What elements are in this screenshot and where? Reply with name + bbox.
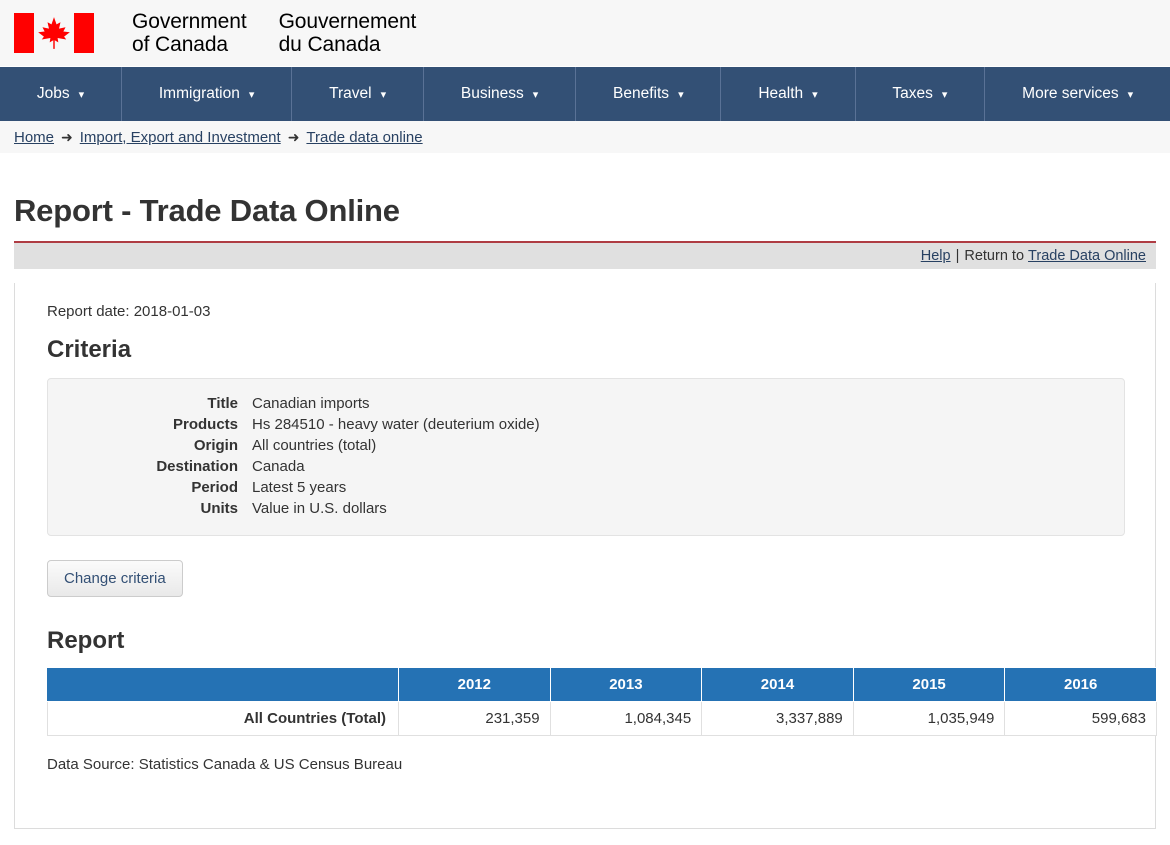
maple-leaf-icon (36, 14, 72, 52)
chevron-down-icon: ▾ (380, 88, 387, 101)
nav-item-label: Immigration (158, 85, 240, 102)
report-content-panel: Report date: 2018-01-03 Criteria Title C… (14, 283, 1157, 829)
main-navigation: Jobs ▾ Immigration ▾ Travel ▾ Business ▾… (0, 66, 1170, 121)
breadcrumb-item-trade-data-online[interactable]: Trade data online (306, 129, 422, 146)
criteria-value: Canadian imports (252, 395, 370, 412)
nav-item-label: Taxes (892, 85, 933, 102)
breadcrumb: Home ➜ Import, Export and Investment ➜ T… (0, 121, 1170, 153)
report-heading: Report (47, 627, 125, 654)
row-label-all-countries-total: All Countries (Total) (47, 701, 399, 736)
criteria-row-units: Units Value in U.S. dollars (48, 498, 540, 519)
report-table: 2012 2013 2014 2015 2016 All Countries (… (47, 667, 1157, 736)
wordmark-en-line1: Government (132, 10, 247, 33)
chevron-down-icon: ▾ (532, 88, 539, 101)
nav-item-travel[interactable]: Travel ▾ (292, 67, 425, 121)
criteria-label: Products (172, 416, 238, 433)
column-header-blank (47, 667, 399, 702)
return-to-label: Return to (964, 248, 1025, 264)
nav-item-label: Business (460, 85, 524, 102)
wordmark-en-line2: of Canada (132, 33, 229, 56)
nav-item-label: Health (758, 85, 804, 102)
breadcrumb-arrow-icon: ➜ (61, 128, 73, 145)
brand-header: Government of Canada Gouvernement du Can… (0, 0, 1170, 66)
table-row: All Countries (Total) 231,359 1,084,345 … (47, 701, 1157, 736)
criteria-row-title: Title Canadian imports (48, 393, 540, 414)
criteria-row-origin: Origin All countries (total) (48, 435, 540, 456)
return-to-trade-data-online-link[interactable]: Trade Data Online (1028, 248, 1146, 264)
criteria-value: Value in U.S. dollars (252, 500, 387, 517)
column-header-2016: 2016 (1004, 667, 1157, 702)
help-bar-separator: | (955, 248, 960, 264)
wordmark-english: Government of Canada (132, 10, 247, 56)
chevron-down-icon: ▾ (812, 88, 818, 101)
flag-left-bar (14, 13, 34, 53)
report-date: Report date: 2018-01-03 (47, 303, 211, 320)
nav-item-jobs[interactable]: Jobs ▾ (0, 67, 123, 121)
criteria-value: Canada (252, 458, 305, 475)
column-header-2012: 2012 (398, 667, 551, 702)
nav-item-benefits[interactable]: Benefits ▾ (576, 67, 722, 121)
nav-item-label: Travel (329, 85, 372, 102)
cell-2013: 1,084,345 (549, 701, 703, 736)
flag-right-bar (74, 13, 94, 53)
page-body: Report - Trade Data Online Help | Return… (0, 193, 1170, 829)
cell-2014: 3,337,889 (701, 701, 854, 736)
cell-2015: 1,035,949 (852, 701, 1006, 736)
nav-item-business[interactable]: Business ▾ (424, 67, 577, 121)
nav-item-label: More services (1022, 85, 1119, 102)
nav-item-label: Benefits (613, 85, 670, 102)
wordmark-french: Gouvernement du Canada (279, 10, 417, 56)
nav-item-immigration[interactable]: Immigration ▾ (122, 67, 293, 121)
cell-2012: 231,359 (398, 701, 551, 736)
cell-2016: 599,683 (1004, 701, 1157, 736)
chevron-down-icon: ▾ (248, 88, 255, 101)
help-link[interactable]: Help (921, 248, 951, 264)
criteria-label: Title (207, 395, 238, 412)
chevron-down-icon: ▾ (1127, 88, 1134, 101)
change-criteria-button[interactable]: Change criteria (47, 560, 183, 597)
canada-flag-icon (14, 13, 94, 53)
page-title: Report - Trade Data Online (14, 193, 1156, 243)
criteria-label: Period (191, 479, 238, 496)
criteria-table: Title Canadian imports Products Hs 28451… (48, 393, 540, 519)
breadcrumb-arrow-icon: ➜ (287, 128, 300, 145)
chevron-down-icon: ▾ (941, 88, 948, 101)
criteria-value: Hs 284510 - heavy water (deuterium oxide… (252, 416, 540, 433)
help-bar: Help | Return to Trade Data Online (14, 243, 1156, 269)
criteria-panel: Title Canadian imports Products Hs 28451… (47, 378, 1125, 536)
wordmark-fr-line2: du Canada (278, 33, 381, 56)
wordmark-fr-line1: Gouvernement (278, 10, 417, 33)
breadcrumb-item-import-export-investment[interactable]: Import, Export and Investment (80, 129, 281, 146)
criteria-value: Latest 5 years (252, 479, 347, 496)
breadcrumb-item-home[interactable]: Home (14, 129, 54, 146)
criteria-row-destination: Destination Canada (48, 456, 540, 477)
criteria-row-products: Products Hs 284510 - heavy water (deuter… (48, 414, 540, 435)
criteria-label: Origin (193, 437, 238, 454)
criteria-row-period: Period Latest 5 years (48, 477, 540, 498)
criteria-label: Units (200, 500, 239, 517)
criteria-label: Destination (156, 458, 238, 475)
chevron-down-icon: ▾ (78, 88, 85, 101)
nav-item-health[interactable]: Health ▾ (721, 67, 856, 121)
wordmark: Government of Canada Gouvernement du Can… (132, 10, 416, 56)
table-header-row: 2012 2013 2014 2015 2016 (47, 667, 1157, 702)
chevron-down-icon: ▾ (678, 88, 684, 101)
column-header-2014: 2014 (701, 667, 854, 702)
nav-item-taxes[interactable]: Taxes ▾ (856, 67, 986, 121)
column-header-2015: 2015 (852, 667, 1006, 702)
nav-item-more-services[interactable]: More services ▾ (985, 67, 1170, 121)
column-header-2013: 2013 (549, 667, 703, 702)
nav-item-label: Jobs (36, 85, 70, 102)
criteria-value: All countries (total) (252, 437, 377, 454)
criteria-heading: Criteria (47, 336, 132, 363)
data-source-note: Data Source: Statistics Canada & US Cens… (47, 756, 403, 773)
